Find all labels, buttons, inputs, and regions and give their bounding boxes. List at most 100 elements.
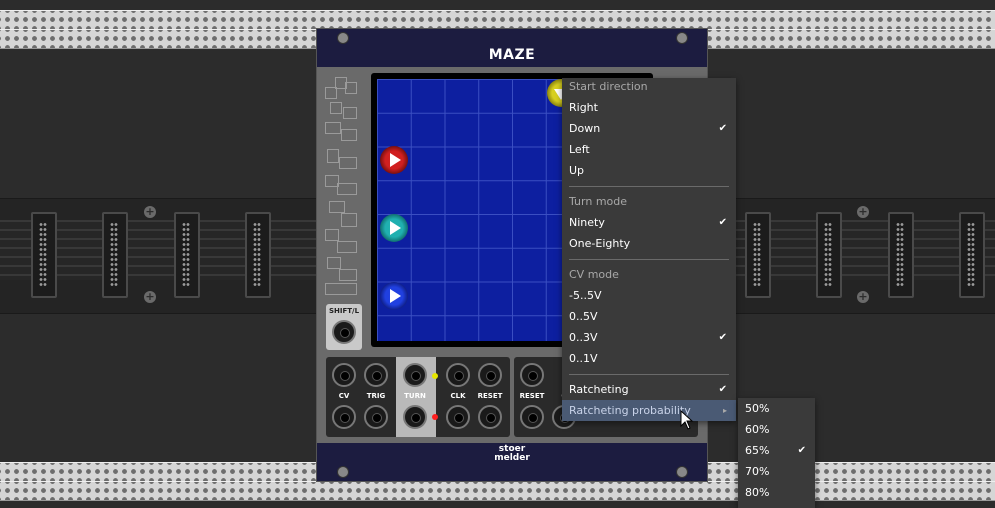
menu-item-cv-0-1[interactable]: 0..1V	[562, 348, 736, 369]
turn-jack[interactable]	[403, 363, 427, 387]
rack-rail-top-1	[0, 10, 995, 30]
add-module-icon[interactable]: +	[144, 206, 156, 218]
arrow-right-icon[interactable]	[380, 214, 408, 242]
menu-item-label: 0..5V	[569, 310, 598, 323]
check-icon: ✔	[797, 445, 806, 456]
menu-item-right[interactable]: Right	[562, 97, 736, 118]
reset-jack-2[interactable]	[520, 363, 544, 387]
submenu-item-label: 65%	[745, 444, 770, 457]
menu-separator	[569, 374, 729, 375]
menu-item-ninety[interactable]: Ninety ✔	[562, 212, 736, 233]
turn-out-jack[interactable]	[403, 405, 427, 429]
io-label: CLK	[450, 392, 466, 400]
submenu-item-60[interactable]: 60%	[738, 419, 815, 440]
clk-out-jack[interactable]	[446, 405, 470, 429]
menu-header-cv-mode: CV mode	[562, 264, 736, 285]
clk-jack[interactable]	[446, 363, 470, 387]
submenu-item-label: 80%	[745, 486, 770, 499]
menu-header-start-direction: Start direction	[562, 76, 736, 97]
maze-preview-icon	[325, 77, 363, 297]
io-label: RESET	[519, 392, 545, 400]
reset-out-jack[interactable]	[478, 405, 502, 429]
arrow-right-icon[interactable]	[380, 146, 408, 174]
menu-item-label: Down	[569, 122, 601, 135]
io-label: RESET	[477, 392, 503, 400]
submenu-item-50[interactable]: 50%	[738, 398, 815, 419]
menu-separator	[569, 259, 729, 260]
submenu-arrow-icon: ▸	[722, 406, 727, 415]
arrow-right-icon[interactable]	[380, 282, 408, 310]
bus-connector	[745, 212, 771, 298]
cv-jack[interactable]	[332, 363, 356, 387]
menu-item-label: Ratcheting probability	[569, 404, 691, 417]
menu-item-ratcheting[interactable]: Ratcheting ✔	[562, 379, 736, 400]
menu-item-cv-5-5[interactable]: -5..5V	[562, 285, 736, 306]
menu-item-label: One-Eighty	[569, 237, 631, 250]
reset-jack[interactable]	[478, 363, 502, 387]
screw-icon	[337, 466, 349, 478]
submenu-item-70[interactable]: 70%	[738, 461, 815, 482]
menu-item-label: Up	[569, 164, 585, 177]
check-icon: ✔	[718, 332, 727, 343]
context-menu: Start direction Right Down ✔ Left Up Turn…	[562, 78, 736, 421]
submenu-item-65[interactable]: 65% ✔	[738, 440, 815, 461]
screw-icon	[676, 32, 688, 44]
menu-item-label: Left	[569, 143, 590, 156]
screw-icon	[676, 466, 688, 478]
menu-header-label: Start direction	[569, 80, 648, 93]
mouse-cursor-icon	[680, 410, 694, 430]
menu-item-left[interactable]: Left	[562, 139, 736, 160]
check-icon: ✔	[718, 123, 727, 134]
module-title: MAZE	[488, 47, 536, 63]
brand-logo: stoer melder	[317, 445, 707, 463]
menu-item-ratcheting-probability[interactable]: Ratcheting probability ▸	[562, 400, 736, 421]
bus-connector	[102, 212, 128, 298]
cv-out-jack[interactable]	[332, 405, 356, 429]
menu-item-cv-0-3[interactable]: 0..3V ✔	[562, 327, 736, 348]
menu-item-one-eighty[interactable]: One-Eighty	[562, 233, 736, 254]
menu-item-cv-0-5[interactable]: 0..5V	[562, 306, 736, 327]
shift-panel: SHIFT/L	[326, 304, 362, 350]
check-icon: ✔	[718, 217, 727, 228]
submenu-item-label: 60%	[745, 423, 770, 436]
submenu-item-label: 70%	[745, 465, 770, 478]
check-icon: ✔	[718, 384, 727, 395]
add-module-icon[interactable]: +	[144, 291, 156, 303]
menu-item-label: 0..3V	[569, 331, 598, 344]
ratcheting-probability-submenu: 50% 60% 65% ✔ 70% 80%	[738, 398, 815, 508]
io-label: CV	[338, 392, 350, 400]
io-panel-left: CV TRIG TURN CLK RESET	[326, 357, 510, 437]
submenu-item-80[interactable]: 80%	[738, 482, 815, 503]
menu-header-label: CV mode	[569, 268, 619, 281]
menu-item-label: Ninety	[569, 216, 605, 229]
menu-item-label: -5..5V	[569, 289, 602, 302]
bus-connector	[174, 212, 200, 298]
trig-out-jack[interactable]	[364, 405, 388, 429]
led-yellow	[432, 373, 438, 379]
screw-icon	[337, 32, 349, 44]
brand-line2: melder	[494, 453, 530, 463]
bus-connector	[31, 212, 57, 298]
add-module-icon[interactable]: +	[857, 291, 869, 303]
menu-separator	[569, 186, 729, 187]
submenu-item-label: 50%	[745, 402, 770, 415]
reset-out-jack-2[interactable]	[520, 405, 544, 429]
menu-item-up[interactable]: Up	[562, 160, 736, 181]
bus-connector	[245, 212, 271, 298]
shift-jack[interactable]	[332, 320, 356, 344]
menu-item-label: Ratcheting	[569, 383, 629, 396]
rack-rail-bottom-2	[0, 481, 995, 501]
menu-item-label: 0..1V	[569, 352, 598, 365]
menu-item-down[interactable]: Down ✔	[562, 118, 736, 139]
trig-jack[interactable]	[364, 363, 388, 387]
io-label: TURN	[404, 392, 426, 400]
bus-connector	[959, 212, 985, 298]
menu-header-turn-mode: Turn mode	[562, 191, 736, 212]
shift-label: SHIFT/L	[328, 307, 360, 315]
menu-header-label: Turn mode	[569, 195, 628, 208]
io-label: TRIG	[366, 392, 386, 400]
bus-connector	[816, 212, 842, 298]
add-module-icon[interactable]: +	[857, 206, 869, 218]
bus-connector	[888, 212, 914, 298]
led-red	[432, 414, 438, 420]
